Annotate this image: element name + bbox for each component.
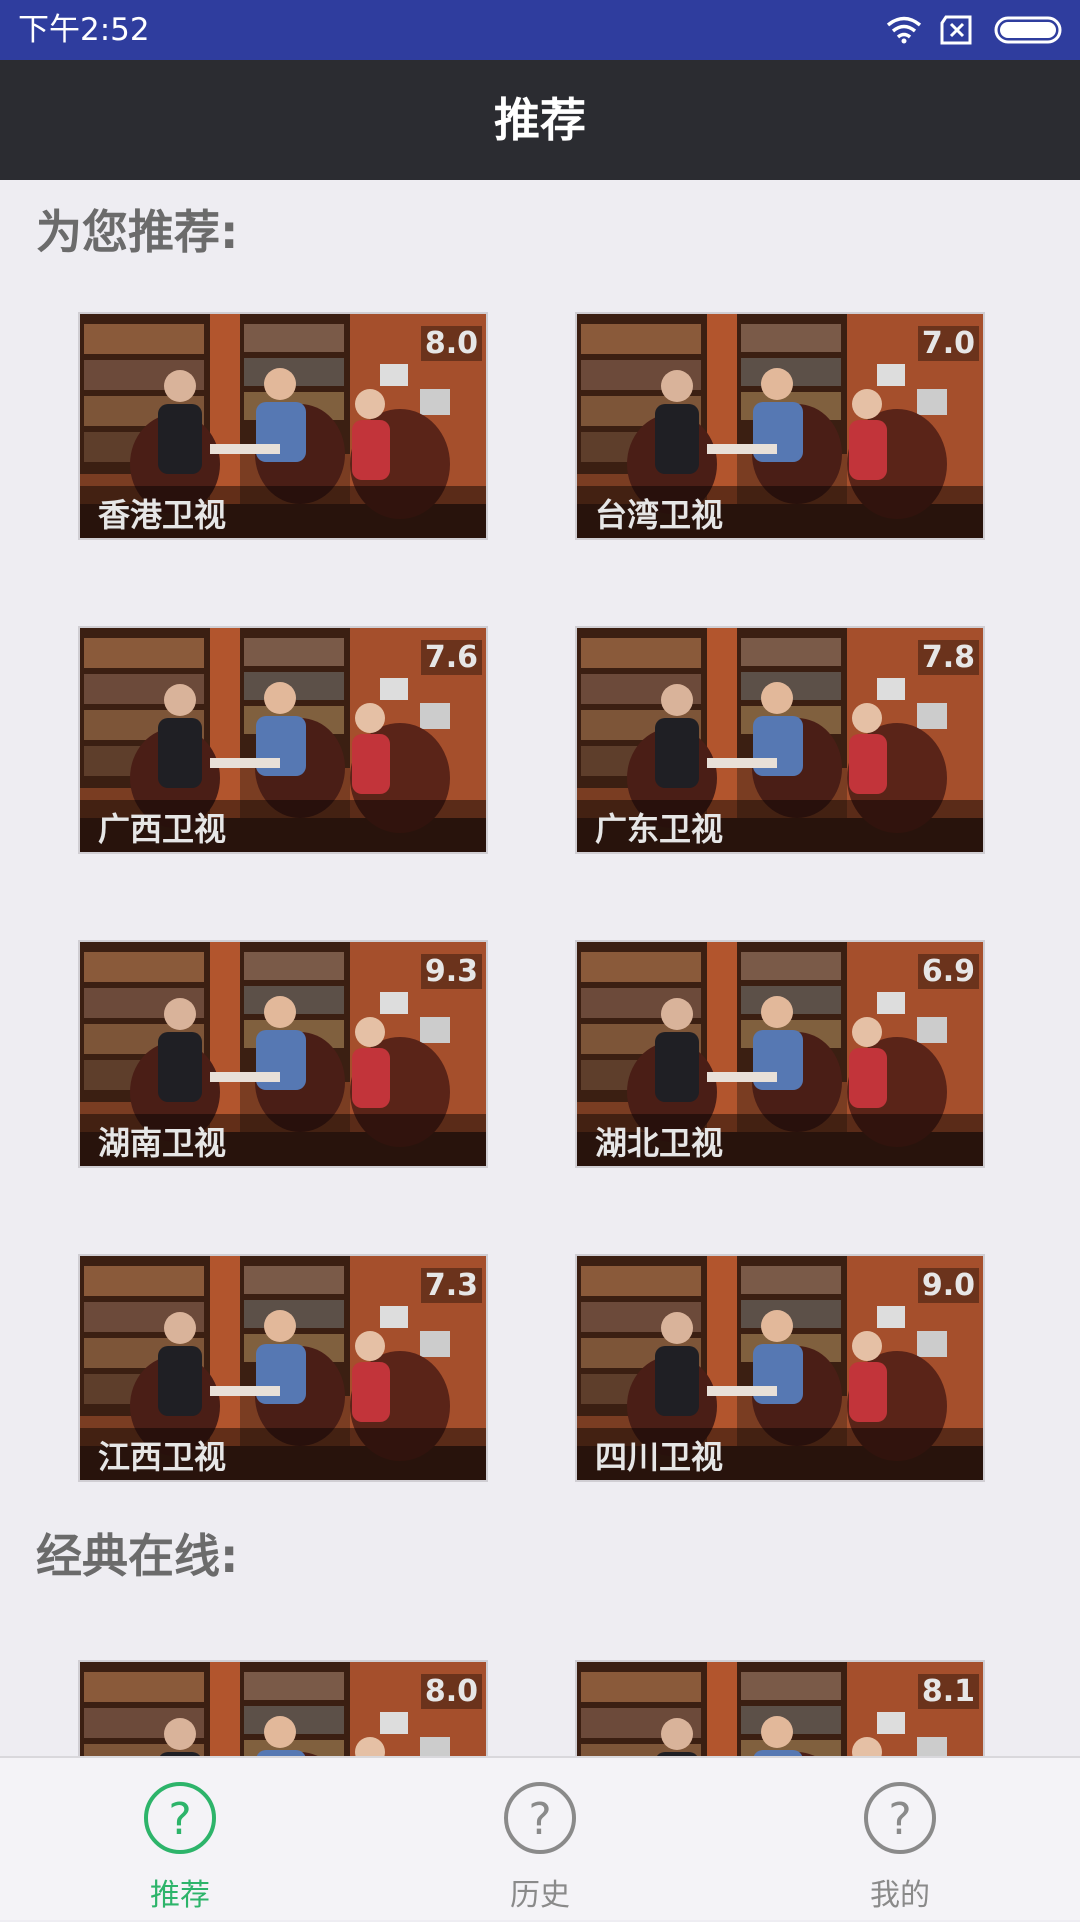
status-icons bbox=[886, 10, 1066, 50]
channel-card[interactable]: 6.9 湖北卫视 bbox=[575, 940, 985, 1168]
status-bar: 下午2:52 bbox=[0, 0, 1080, 60]
rating-badge: 7.8 bbox=[917, 640, 979, 675]
tab-label: 我的 bbox=[870, 1878, 930, 1913]
classic-card[interactable]: 8.1 bbox=[575, 1660, 985, 1756]
channel-name: 台湾卫视 bbox=[595, 496, 724, 534]
tab-mine[interactable]: ? 我的 bbox=[720, 1758, 1080, 1922]
channel-name: 广西卫视 bbox=[98, 810, 227, 848]
channel-card[interactable]: 7.8 广东卫视 bbox=[575, 626, 985, 854]
section-title-recommended: 为您推荐: bbox=[36, 205, 239, 259]
channel-name: 江西卫视 bbox=[98, 1438, 227, 1476]
channel-card[interactable]: 9.3 湖南卫视 bbox=[78, 940, 488, 1168]
tab-label: 历史 bbox=[510, 1878, 570, 1913]
wifi-icon bbox=[886, 16, 922, 44]
rating-badge: 7.6 bbox=[420, 640, 482, 675]
rating-badge: 9.0 bbox=[917, 1268, 979, 1303]
channel-name: 湖南卫视 bbox=[98, 1124, 227, 1162]
tab-recommend[interactable]: ? 推荐 bbox=[0, 1758, 360, 1922]
rating-badge: 8.0 bbox=[420, 1674, 482, 1709]
svg-text:?: ? bbox=[168, 1794, 191, 1845]
bottom-tab-bar: ? 推荐 ? 历史 ? 我的 bbox=[0, 1756, 1080, 1920]
page-title: 推荐 bbox=[494, 93, 586, 147]
channel-name: 香港卫视 bbox=[98, 496, 227, 534]
rating-badge: 7.0 bbox=[917, 326, 979, 361]
rating-badge: 8.0 bbox=[420, 326, 482, 361]
channel-card[interactable]: 7.6 广西卫视 bbox=[78, 626, 488, 854]
help-circle-icon: ? bbox=[504, 1782, 576, 1854]
channel-card[interactable]: 9.0 四川卫视 bbox=[575, 1254, 985, 1482]
channel-card[interactable]: 7.3 江西卫视 bbox=[78, 1254, 488, 1482]
section-title-classics: 经典在线: bbox=[36, 1529, 239, 1583]
content-area[interactable]: 为您推荐: 8.0 香港卫视 7.0 台湾卫视 7.6 广西卫视 7.8 广东卫… bbox=[0, 180, 1080, 1756]
app-bar: 推荐 bbox=[0, 60, 1080, 180]
channel-name: 湖北卫视 bbox=[595, 1124, 724, 1162]
rating-badge: 8.1 bbox=[917, 1674, 979, 1709]
no-sim-icon bbox=[940, 15, 972, 45]
rating-badge: 6.9 bbox=[917, 954, 979, 989]
channel-name: 广东卫视 bbox=[595, 810, 724, 848]
tab-label: 推荐 bbox=[150, 1878, 210, 1913]
rating-badge: 7.3 bbox=[420, 1268, 482, 1303]
channel-card[interactable]: 8.0 香港卫视 bbox=[78, 312, 488, 540]
channel-name: 四川卫视 bbox=[595, 1438, 724, 1476]
help-circle-icon: ? bbox=[864, 1782, 936, 1854]
svg-text:?: ? bbox=[888, 1794, 911, 1845]
channel-card[interactable]: 7.0 台湾卫视 bbox=[575, 312, 985, 540]
svg-text:?: ? bbox=[528, 1794, 551, 1845]
classic-card[interactable]: 8.0 bbox=[78, 1660, 488, 1756]
rating-badge: 9.3 bbox=[420, 954, 482, 989]
status-time: 下午2:52 bbox=[18, 12, 150, 48]
battery-icon bbox=[994, 16, 1062, 44]
help-circle-icon: ? bbox=[144, 1782, 216, 1854]
tab-history[interactable]: ? 历史 bbox=[360, 1758, 720, 1922]
